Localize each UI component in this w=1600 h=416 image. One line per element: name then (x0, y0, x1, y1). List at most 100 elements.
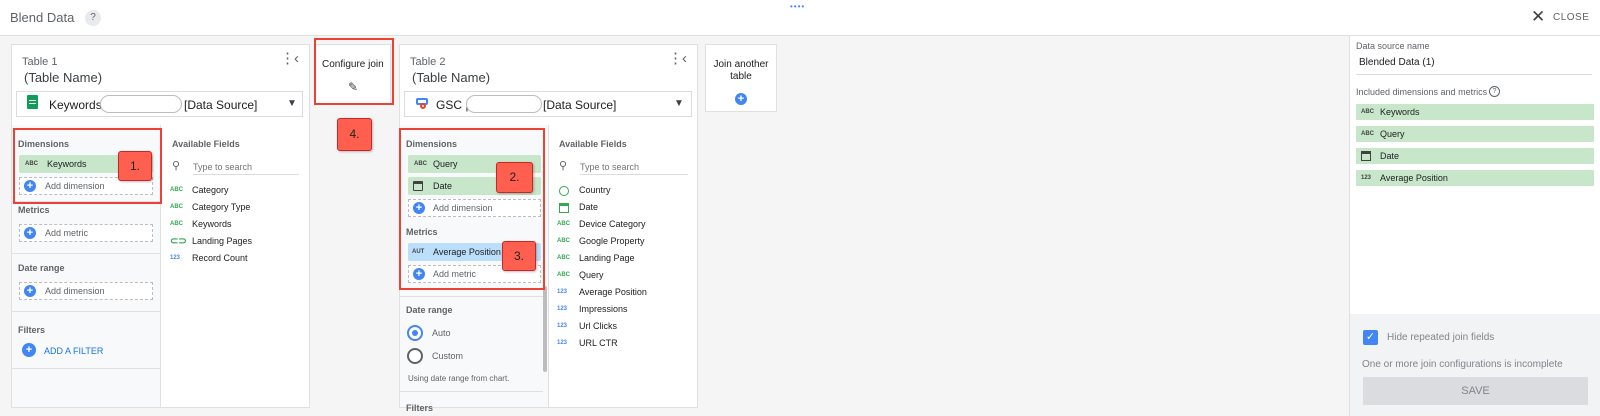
field-label: Record Count (192, 253, 248, 263)
divider (400, 391, 543, 392)
field-item[interactable]: ABC Category (170, 185, 300, 199)
table-1-label: Table 1 (22, 56, 58, 68)
add-icon: + (24, 227, 36, 239)
date-range-add-button[interactable]: + Add dimension (19, 282, 153, 300)
data-source-name-input[interactable]: Blended Data (1) (1359, 57, 1435, 68)
join-another-label: Join another (713, 59, 769, 70)
date-range-title: Date range (18, 263, 65, 273)
divider (12, 311, 161, 312)
text-type-icon: ABC (557, 238, 570, 244)
join-warning-text: One or more join configurations is incom… (1362, 359, 1563, 370)
date-custom-label: Custom (432, 351, 464, 361)
table-1-more-icon[interactable]: ⋮ (280, 51, 295, 66)
field-label: Country (579, 185, 611, 195)
field-item[interactable]: ABC Category Type (170, 202, 300, 216)
number-type-icon: 123 (557, 340, 568, 346)
field-label: Device Category (579, 219, 646, 229)
text-type-icon: ABC (1361, 131, 1374, 137)
filters-title: Filters (18, 325, 46, 335)
text-type-icon: ABC (1361, 109, 1374, 115)
field-label: Google Property (579, 236, 645, 246)
search-icon: ⚲ (559, 160, 568, 172)
add-metric-button[interactable]: + Add metric (19, 224, 153, 242)
chevron-down-icon[interactable]: ▼ (674, 98, 684, 109)
field-item[interactable]: 123 Average Position (557, 287, 687, 301)
field-item[interactable]: Date (557, 202, 687, 216)
field-label: Keywords (192, 219, 232, 229)
field-label: Landing Pages (192, 236, 253, 246)
field-search-input[interactable] (580, 159, 688, 175)
add-filter-button[interactable]: ADD A FILTER (44, 346, 103, 356)
add-table-icon[interactable]: + (735, 93, 747, 105)
table-1-collapse-icon[interactable]: ‹ (294, 51, 299, 66)
table-2-source-name: GSC | (436, 98, 469, 112)
search-icon: ⚲ (172, 160, 181, 172)
divider (12, 368, 161, 369)
field-item[interactable]: ABC Google Property (557, 236, 687, 250)
drag-handle[interactable]: •••• (790, 2, 805, 11)
redacted-text (100, 95, 182, 113)
field-label: Average Position (579, 287, 647, 297)
field-label: Url Clicks (579, 321, 617, 331)
included-field-chip: Date (1356, 148, 1594, 164)
add-filter-icon[interactable]: + (22, 343, 36, 357)
save-button[interactable]: SAVE (1363, 377, 1588, 405)
date-auto-radio[interactable] (407, 325, 423, 341)
field-item[interactable]: ABC Query (557, 270, 687, 284)
text-type-icon: ABC (557, 255, 570, 261)
field-item[interactable]: 123 Url Clicks (557, 321, 687, 335)
field-item[interactable]: ⊂⊃ Landing Pages (170, 236, 300, 250)
hide-repeated-checkbox[interactable]: ✓ (1363, 330, 1378, 345)
table-1-source-type: [Data Source] (184, 98, 258, 112)
table-2-more-icon[interactable]: ⋮ (668, 51, 683, 66)
field-item[interactable]: Country (557, 185, 687, 199)
date-auto-label: Auto (432, 328, 451, 338)
calendar-icon (1361, 151, 1371, 161)
redacted-text (466, 95, 542, 113)
chevron-down-icon[interactable]: ▼ (287, 98, 297, 109)
input-underline (1356, 74, 1592, 75)
table-1-name[interactable]: (Table Name) (24, 70, 102, 85)
annotation-badge-3: 3. (502, 241, 536, 271)
join-another-label-2: table (730, 71, 752, 82)
number-type-icon: 123 (557, 306, 568, 312)
field-item[interactable]: 123 Impressions (557, 304, 687, 318)
included-field-label: Keywords (1380, 107, 1420, 117)
help-icon[interactable]: ? (85, 10, 101, 26)
divider (12, 253, 161, 254)
included-field-chip: 123 Average Position (1356, 170, 1594, 186)
app-title: Blend Data (10, 10, 75, 25)
annotation-box-configure-join (314, 38, 394, 105)
date-range-add-label: Add dimension (45, 286, 105, 296)
text-type-icon: ABC (557, 272, 570, 278)
date-custom-radio[interactable] (407, 348, 423, 364)
search-console-icon (415, 95, 429, 109)
scrollbar[interactable] (543, 286, 547, 372)
field-item[interactable]: ABC Device Category (557, 219, 687, 233)
hide-repeated-label: Hide repeated join fields (1387, 332, 1495, 343)
field-item[interactable]: ABC Landing Page (557, 253, 687, 267)
metrics-title: Metrics (18, 205, 50, 215)
data-source-name-label: Data source name (1356, 41, 1430, 51)
text-type-icon: ABC (557, 221, 570, 227)
text-type-icon: ABC (170, 187, 183, 193)
table-2-collapse-icon[interactable]: ‹ (682, 51, 687, 66)
date-range-title: Date range (406, 305, 453, 315)
link-icon: ⊂⊃ (170, 236, 187, 247)
included-field-label: Date (1380, 151, 1400, 161)
close-button[interactable]: CLOSE (1553, 12, 1589, 23)
help-icon[interactable]: ? (1489, 86, 1500, 97)
included-field-chip: ABC Query (1356, 126, 1594, 142)
date-range-note: Using date range from chart. (408, 374, 510, 383)
globe-icon (559, 186, 569, 196)
available-fields-title: Available Fields (172, 139, 240, 149)
included-field-chip: ABC Keywords (1356, 104, 1594, 120)
field-label: Query (579, 270, 604, 280)
field-item[interactable]: 123 URL CTR (557, 338, 687, 352)
field-search-input[interactable] (193, 159, 299, 175)
close-icon[interactable]: ✕ (1531, 8, 1545, 25)
field-item[interactable]: ABC Keywords (170, 219, 300, 233)
calendar-icon (559, 203, 569, 213)
field-item[interactable]: 123 Record Count (170, 253, 300, 267)
table-2-name[interactable]: (Table Name) (412, 70, 490, 85)
